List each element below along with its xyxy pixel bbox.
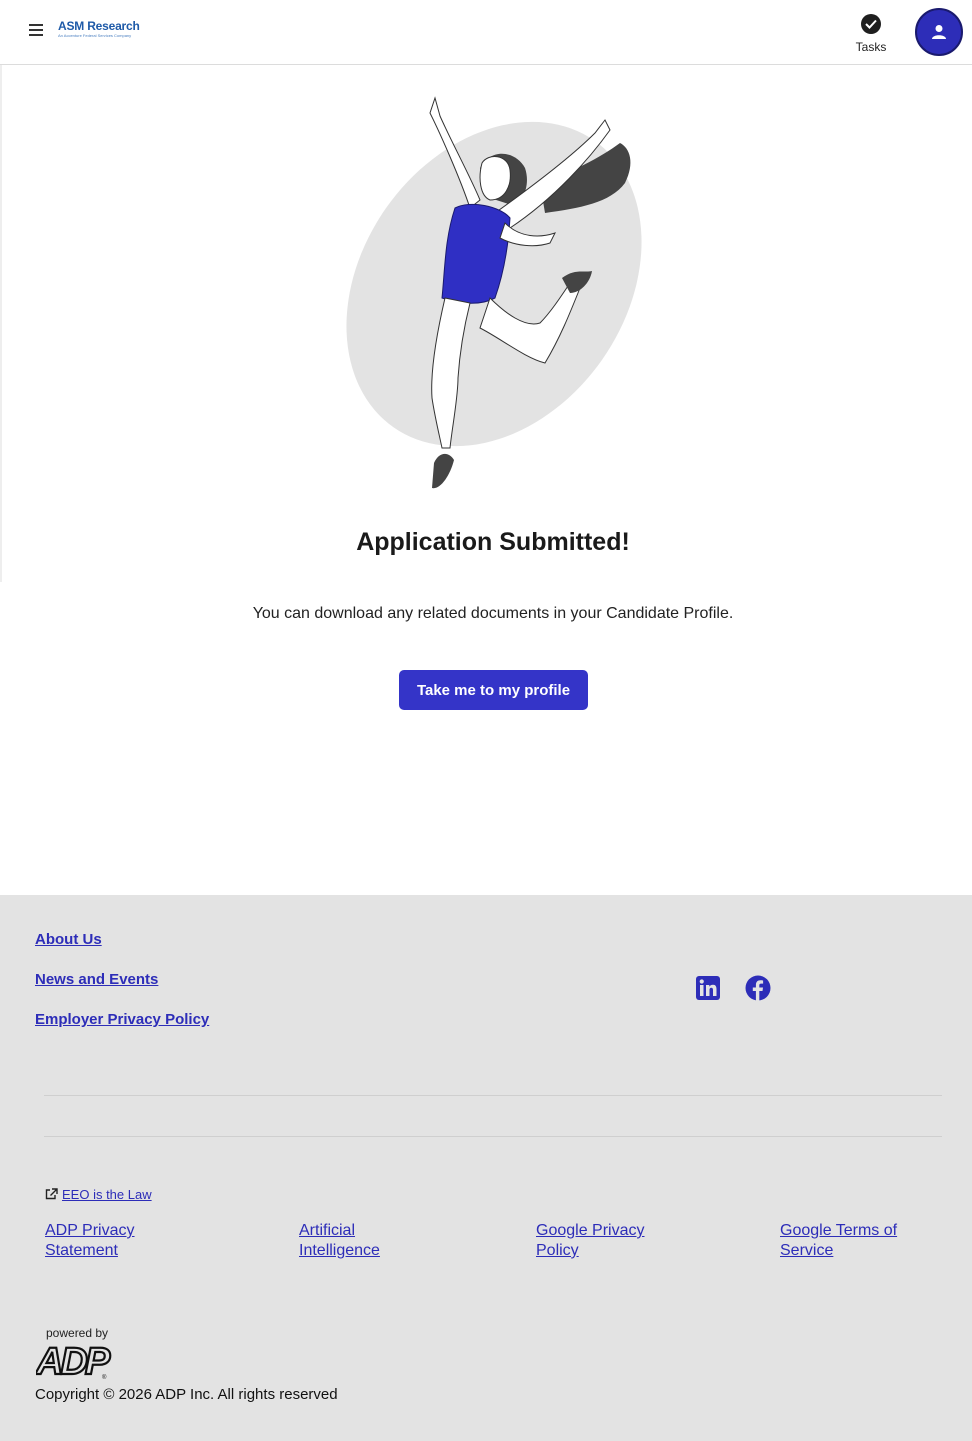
footer-divider <box>44 1095 942 1096</box>
external-link-icon <box>45 1188 58 1200</box>
linkedin-icon[interactable] <box>695 975 721 1001</box>
google-terms-link[interactable]: Google Terms of Service <box>780 1221 920 1261</box>
footer-link-employer-privacy[interactable]: Employer Privacy Policy <box>35 1011 209 1028</box>
person-icon <box>932 25 946 39</box>
page-title: Application Submitted! <box>356 528 630 556</box>
logo-tagline: An Accenture Federal Services Company <box>58 33 132 38</box>
footer: About Us News and Events Employer Privac… <box>0 895 972 1441</box>
eeo-label: EEO is the Law <box>62 1187 152 1202</box>
eeo-link[interactable]: EEO is the Law <box>45 1187 152 1202</box>
menu-icon[interactable] <box>29 24 47 38</box>
check-circle-icon <box>861 14 881 34</box>
tasks-label: Tasks <box>855 40 887 54</box>
footer-link-news-events[interactable]: News and Events <box>35 971 158 988</box>
avatar[interactable] <box>915 8 963 56</box>
artificial-intelligence-link[interactable]: Artificial Intelligence <box>299 1221 419 1261</box>
svg-text:®: ® <box>102 1374 107 1381</box>
facebook-icon[interactable] <box>745 975 771 1001</box>
adp-logo: ADP ® <box>36 1341 115 1381</box>
top-header: ASM Research An Accenture Federal Servic… <box>0 0 972 65</box>
adp-privacy-link[interactable]: ADP Privacy Statement <box>45 1221 165 1261</box>
footer-link-about-us[interactable]: About Us <box>35 931 102 948</box>
copyright: Copyright © 2026 ADP Inc. All rights res… <box>35 1386 338 1403</box>
google-privacy-link[interactable]: Google Privacy Policy <box>536 1221 661 1261</box>
footer-divider <box>44 1136 942 1137</box>
profile-button[interactable]: Take me to my profile <box>399 670 588 710</box>
powered-by-label: powered by <box>46 1326 109 1340</box>
confirmation-message: You can download any related documents i… <box>252 605 734 622</box>
side-edge <box>0 65 2 582</box>
company-logo[interactable]: ASM Research An Accenture Federal Servic… <box>58 19 140 38</box>
tasks-button[interactable]: Tasks <box>848 14 894 54</box>
logo-text: ASM Research <box>58 19 140 33</box>
svg-text:ADP: ADP <box>36 1341 111 1381</box>
celebration-illustration <box>346 96 642 489</box>
